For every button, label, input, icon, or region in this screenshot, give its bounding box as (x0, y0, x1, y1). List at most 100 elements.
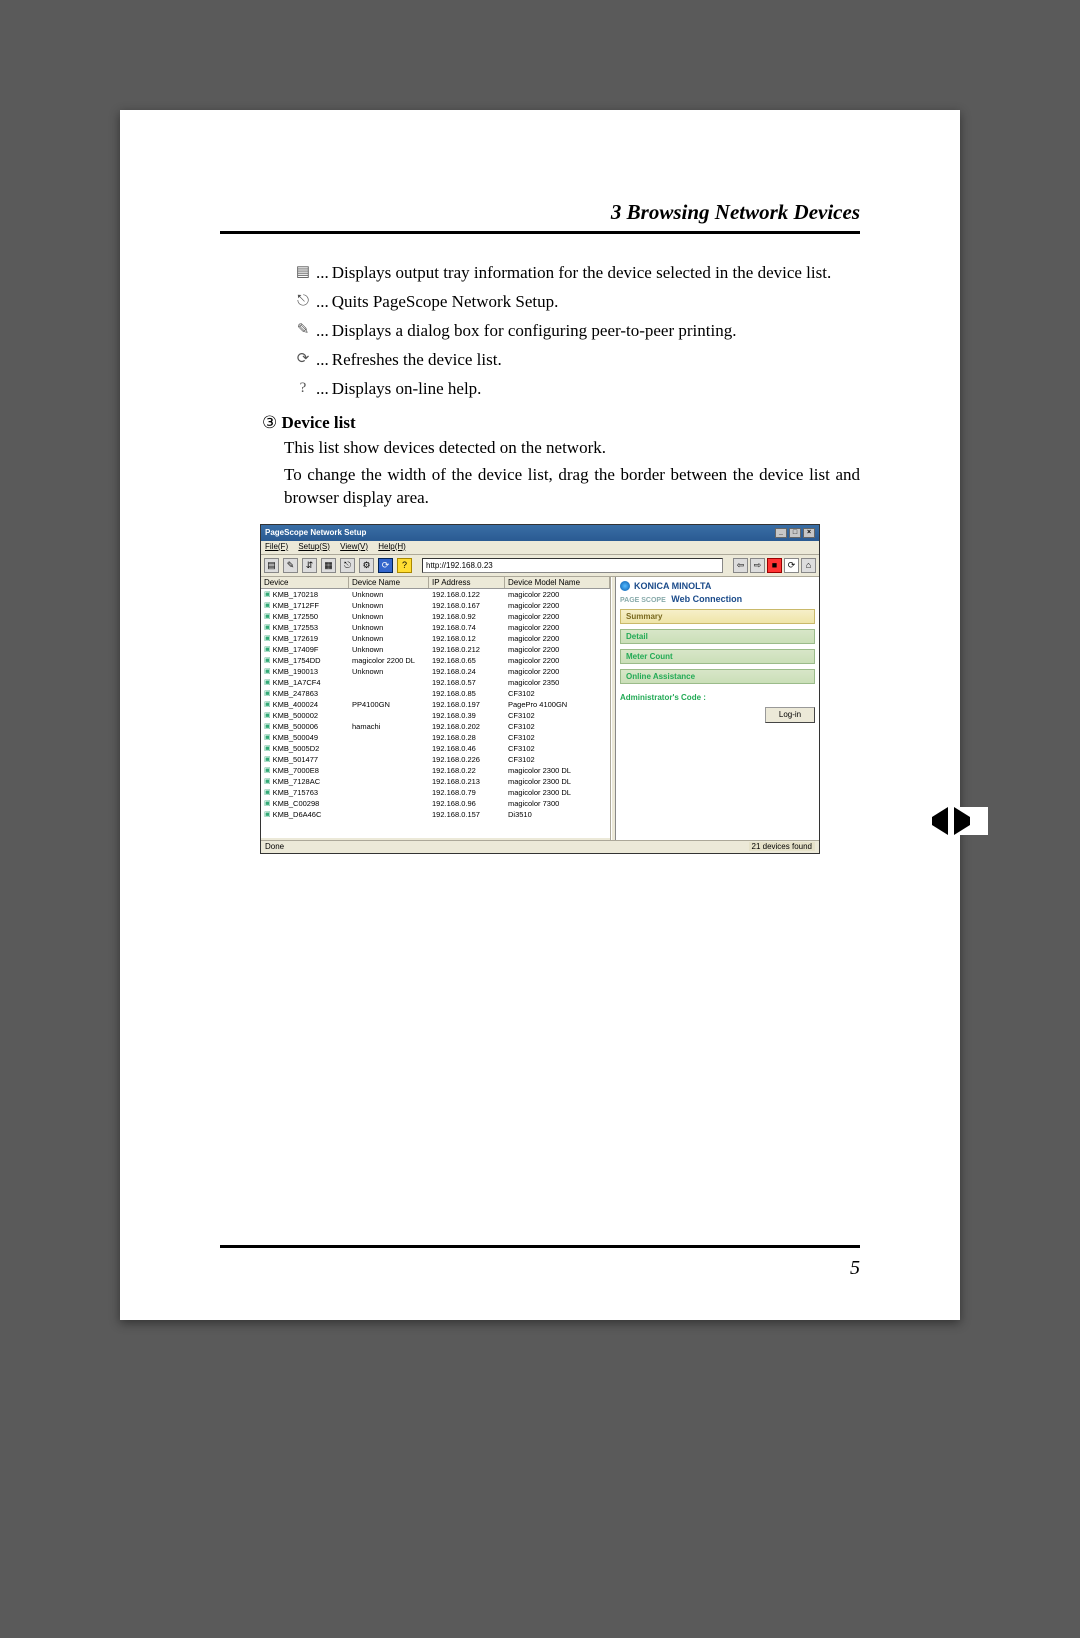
cell-ip: 192.168.0.202 (429, 721, 505, 732)
table-row[interactable]: KMB_1712FFUnknown192.168.0.167magicolor … (261, 600, 610, 611)
table-row[interactable]: KMB_400024PP4100GN192.168.0.197PagePro 4… (261, 699, 610, 710)
page-number: 5 (850, 1257, 860, 1280)
toolbar-icon-1[interactable]: ▤ (264, 558, 279, 573)
list-icon: ⎋ (290, 291, 316, 311)
table-row[interactable]: KMB_501477192.168.0.226CF3102 (261, 754, 610, 765)
cell-ip: 192.168.0.226 (429, 754, 505, 765)
doc-list-item: ⟳...Refreshes the device list. (290, 349, 860, 372)
toolbar-icon-refresh[interactable]: ⟳ (378, 558, 393, 573)
table-row[interactable]: KMB_715763192.168.0.79magicolor 2300 DL (261, 787, 610, 798)
table-row[interactable]: KMB_5005D2192.168.0.46CF3102 (261, 743, 610, 754)
cell-model: magicolor 2200 (505, 600, 610, 611)
table-row[interactable]: KMB_500049192.168.0.28CF3102 (261, 732, 610, 743)
cell-model: magicolor 2350 (505, 677, 610, 688)
table-row[interactable]: KMB_500002192.168.0.39CF3102 (261, 710, 610, 721)
list-icon: ⟳ (290, 349, 316, 369)
cell-model: CF3102 (505, 710, 610, 721)
table-row[interactable]: KMB_172619Unknown192.168.0.12magicolor 2… (261, 633, 610, 644)
table-row[interactable]: KMB_C00298192.168.0.96magicolor 7300 (261, 798, 610, 809)
table-row[interactable]: KMB_190013Unknown192.168.0.24magicolor 2… (261, 666, 610, 677)
cell-device-name: PP4100GN (349, 699, 429, 710)
panel-summary[interactable]: Summary (620, 609, 815, 624)
toolbar-icon-peer[interactable]: ⚙ (359, 558, 374, 573)
cell-ip: 192.168.0.46 (429, 743, 505, 754)
cell-device-name (349, 798, 429, 809)
cell-device-name: Unknown (349, 589, 429, 600)
col-model[interactable]: Device Model Name (505, 577, 610, 588)
pagescope-prefix: PAGE SCOPE (620, 597, 666, 604)
device-list-pane: Device Device Name IP Address Device Mod… (261, 577, 611, 840)
cell-ip: 192.168.0.57 (429, 677, 505, 688)
table-row[interactable]: KMB_7000E8192.168.0.22magicolor 2300 DL (261, 765, 610, 776)
table-row[interactable]: KMB_D6A46C192.168.0.157Di3510 (261, 809, 610, 820)
cell-ip: 192.168.0.212 (429, 644, 505, 655)
toolbar-icon-3[interactable]: ⇵ (302, 558, 317, 573)
cell-ip: 192.168.0.85 (429, 688, 505, 699)
app-window: PageScope Network Setup _ □ × File(F) Se… (260, 524, 820, 854)
url-field[interactable]: http://192.168.0.23 (422, 558, 723, 573)
menu-help[interactable]: Help(H) (378, 542, 406, 551)
col-ip[interactable]: IP Address (429, 577, 505, 588)
list-icon: ? (290, 378, 316, 398)
menu-setup[interactable]: Setup(S) (298, 542, 330, 551)
nav-fwd-icon[interactable]: ⇨ (750, 558, 765, 573)
cell-device: KMB_7128AC (261, 776, 349, 787)
section-title: Device list (282, 413, 356, 432)
cell-device-name (349, 809, 429, 820)
panel-meter[interactable]: Meter Count (620, 649, 815, 664)
list-icon: ✎ (290, 320, 316, 340)
maximize-button[interactable]: □ (789, 528, 801, 538)
menu-bar[interactable]: File(F) Setup(S) View(V) Help(H) (261, 541, 819, 555)
body-paragraph-1: This list show devices detected on the n… (284, 437, 860, 460)
cell-device: KMB_172553 (261, 622, 349, 633)
menu-file[interactable]: File(F) (265, 542, 288, 551)
cell-model: CF3102 (505, 732, 610, 743)
nav-back-icon[interactable]: ⇦ (733, 558, 748, 573)
panel-online[interactable]: Online Assistance (620, 669, 815, 684)
table-row[interactable]: KMB_1A7CF4 192.168.0.57magicolor 2350 (261, 677, 610, 688)
login-button[interactable]: Log-in (765, 707, 815, 723)
col-device[interactable]: Device (261, 577, 349, 588)
toolbar-icon-help[interactable]: ? (397, 558, 412, 573)
cell-model: magicolor 2200 (505, 655, 610, 666)
cell-device: KMB_1A7CF4 (261, 677, 349, 688)
toolbar-icon-2[interactable]: ✎ (283, 558, 298, 573)
cell-ip: 192.168.0.213 (429, 776, 505, 787)
table-row[interactable]: KMB_247863192.168.0.85CF3102 (261, 688, 610, 699)
menu-view[interactable]: View(V) (340, 542, 368, 551)
table-row[interactable]: KMB_17409FUnknown192.168.0.212magicolor … (261, 644, 610, 655)
cell-device-name (349, 688, 429, 699)
table-row[interactable]: KMB_500006hamachi192.168.0.202CF3102 (261, 721, 610, 732)
admin-code-label: Administrator's Code : (620, 693, 815, 702)
col-device-name[interactable]: Device Name (349, 577, 429, 588)
table-row[interactable]: KMB_7128AC192.168.0.213magicolor 2300 DL (261, 776, 610, 787)
panel-detail[interactable]: Detail (620, 629, 815, 644)
cell-device-name: Unknown (349, 611, 429, 622)
cell-device: KMB_5005D2 (261, 743, 349, 754)
column-headers[interactable]: Device Device Name IP Address Device Mod… (261, 577, 610, 589)
table-row[interactable]: KMB_1754DDmagicolor 2200 DL192.168.0.65m… (261, 655, 610, 666)
cell-model: CF3102 (505, 754, 610, 765)
doc-list-item: ✎...Displays a dialog box for configurin… (290, 320, 860, 343)
cell-device-name (349, 743, 429, 754)
table-row[interactable]: KMB_170218Unknown192.168.0.122magicolor … (261, 589, 610, 600)
cell-ip: 192.168.0.22 (429, 765, 505, 776)
table-row[interactable]: KMB_172550Unknown192.168.0.92magicolor 2… (261, 611, 610, 622)
cell-device-name (349, 787, 429, 798)
close-button[interactable]: × (803, 528, 815, 538)
section-number: ③ (262, 413, 277, 432)
table-row[interactable]: KMB_172553Unknown192.168.0.74magicolor 2… (261, 622, 610, 633)
cell-model: CF3102 (505, 688, 610, 699)
cell-ip: 192.168.0.39 (429, 710, 505, 721)
minimize-button[interactable]: _ (775, 528, 787, 538)
cell-device-name (349, 732, 429, 743)
splitter-handle[interactable] (611, 577, 616, 840)
list-item-text: Displays on-line help. (332, 378, 860, 401)
nav-stop-icon[interactable]: ■ (767, 558, 782, 573)
nav-home-icon[interactable]: ⌂ (801, 558, 816, 573)
toolbar-icon-quit[interactable]: ⎋ (340, 558, 355, 573)
toolbar-icon-4[interactable]: ▦ (321, 558, 336, 573)
cell-device: KMB_1754DD (261, 655, 349, 666)
brand-label: KONICA MINOLTA (620, 581, 815, 591)
nav-reload-icon[interactable]: ⟳ (784, 558, 799, 573)
